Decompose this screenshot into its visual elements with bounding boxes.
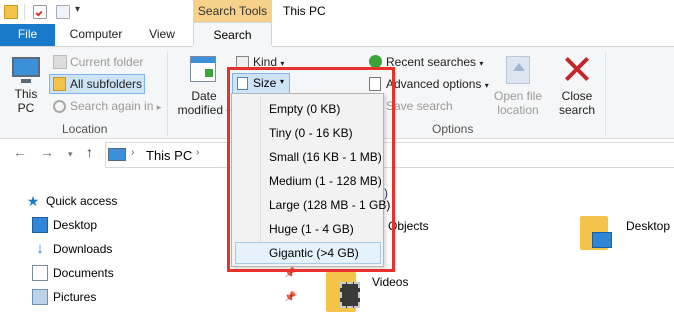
advanced-options-dropdown-icon: ▾ [484, 81, 489, 90]
up-arrow-icon[interactable]: ↑ [86, 144, 93, 160]
nav-desktop-label: Desktop [53, 218, 98, 232]
ribbon-separator [167, 52, 168, 136]
forward-arrow-icon[interactable]: → [40, 144, 54, 160]
close-search-line1: Close [561, 89, 593, 103]
close-search-line2: search [558, 103, 596, 117]
customize-quick-access-icon[interactable]: ▾ [75, 4, 80, 15]
save-search-button[interactable]: Save search [386, 99, 453, 113]
nav-desktop[interactable]: Desktop [32, 215, 97, 235]
nav-downloads-label: Downloads [53, 242, 113, 256]
advanced-options-button[interactable]: Advanced options ▾ [386, 77, 489, 91]
desktop-icon [32, 217, 48, 233]
search-again-in-button[interactable]: Search again in ▸ [70, 99, 161, 113]
open-file-location-icon [506, 56, 530, 84]
videos-folder-label[interactable]: Videos [372, 275, 408, 289]
folder-icon[interactable] [4, 5, 18, 19]
monitor-stand [21, 79, 31, 83]
search-again-icon [53, 100, 66, 113]
open-file-location-line2: location [497, 103, 539, 117]
search-again-label: Search again in [70, 99, 154, 113]
recent-searches-button[interactable]: Recent searches ▾ [386, 55, 483, 69]
tab-file[interactable]: File [0, 24, 55, 46]
close-search-button[interactable]: Close search [555, 89, 599, 117]
advanced-options-label: Advanced options [386, 77, 482, 91]
breadcrumb-chevron-icon[interactable]: › [131, 147, 134, 158]
new-folder-icon[interactable] [56, 5, 70, 19]
desktop-folder-label[interactable]: Desktop [626, 219, 670, 233]
date-modified-line2: modified [177, 103, 223, 117]
this-pc-line1: This [14, 87, 38, 101]
date-modified-line1: Date [191, 89, 217, 103]
pictures-icon [32, 289, 48, 305]
pin-icon[interactable]: 📌 [284, 292, 296, 303]
divider [24, 4, 25, 20]
window-title: This PC [283, 4, 326, 18]
nav-quick-access-label: Quick access [46, 194, 118, 208]
all-subfolders-label: All subfolders [70, 77, 143, 91]
this-pc-icon [108, 148, 126, 161]
this-pc-label: This PC [8, 87, 44, 115]
title-bar [0, 0, 674, 24]
date-modified-button[interactable]: Date modified ▾ [176, 89, 232, 119]
videos-folder-icon[interactable] [326, 272, 362, 312]
download-arrow-icon: ↓ [36, 240, 44, 257]
search-again-chevron-icon: ▸ [156, 102, 162, 112]
highlight-box [227, 67, 395, 272]
tab-view[interactable]: View [136, 24, 188, 46]
ribbon-separator [605, 52, 606, 136]
recent-locations-chevron-icon[interactable]: ▾ [68, 149, 73, 160]
this-pc-line2: PC [17, 101, 35, 115]
location-group-label: Location [62, 122, 108, 136]
star-icon: ★ [26, 193, 40, 209]
monitor-icon [12, 57, 40, 77]
tab-search[interactable]: Search [193, 22, 272, 47]
open-file-location-button[interactable]: Open file location [491, 89, 545, 117]
desktop-folder-icon[interactable] [580, 214, 612, 252]
breadcrumb-chevron-icon[interactable]: › [196, 147, 199, 158]
nav-downloads[interactable]: ↓ Downloads [32, 239, 112, 259]
breadcrumb-this-pc[interactable]: This PC [146, 148, 192, 163]
recent-searches-dropdown-icon: ▾ [479, 59, 484, 68]
tab-computer[interactable]: Computer [62, 24, 130, 46]
current-folder-button[interactable]: Current folder [70, 55, 143, 69]
close-search-icon [563, 54, 591, 84]
recent-searches-label: Recent searches [386, 55, 477, 69]
options-group-label: Options [432, 122, 474, 136]
nav-quick-access[interactable]: ★ Quick access [25, 191, 118, 211]
nav-documents[interactable]: Documents [32, 263, 114, 283]
search-tools-label: Search Tools [193, 0, 272, 24]
calendar-icon [190, 56, 216, 82]
tab-join [193, 45, 272, 48]
open-file-location-line1: Open file [493, 89, 543, 103]
subfolders-icon [53, 77, 66, 91]
this-pc-button[interactable]: This PC [8, 55, 44, 117]
nav-pictures[interactable]: Pictures [32, 287, 96, 307]
back-arrow-icon[interactable]: ← [13, 144, 27, 160]
documents-icon [32, 265, 48, 281]
properties-icon[interactable] [33, 5, 47, 19]
current-folder-icon [53, 55, 67, 69]
nav-documents-label: Documents [53, 266, 114, 280]
nav-pictures-label: Pictures [53, 290, 97, 304]
